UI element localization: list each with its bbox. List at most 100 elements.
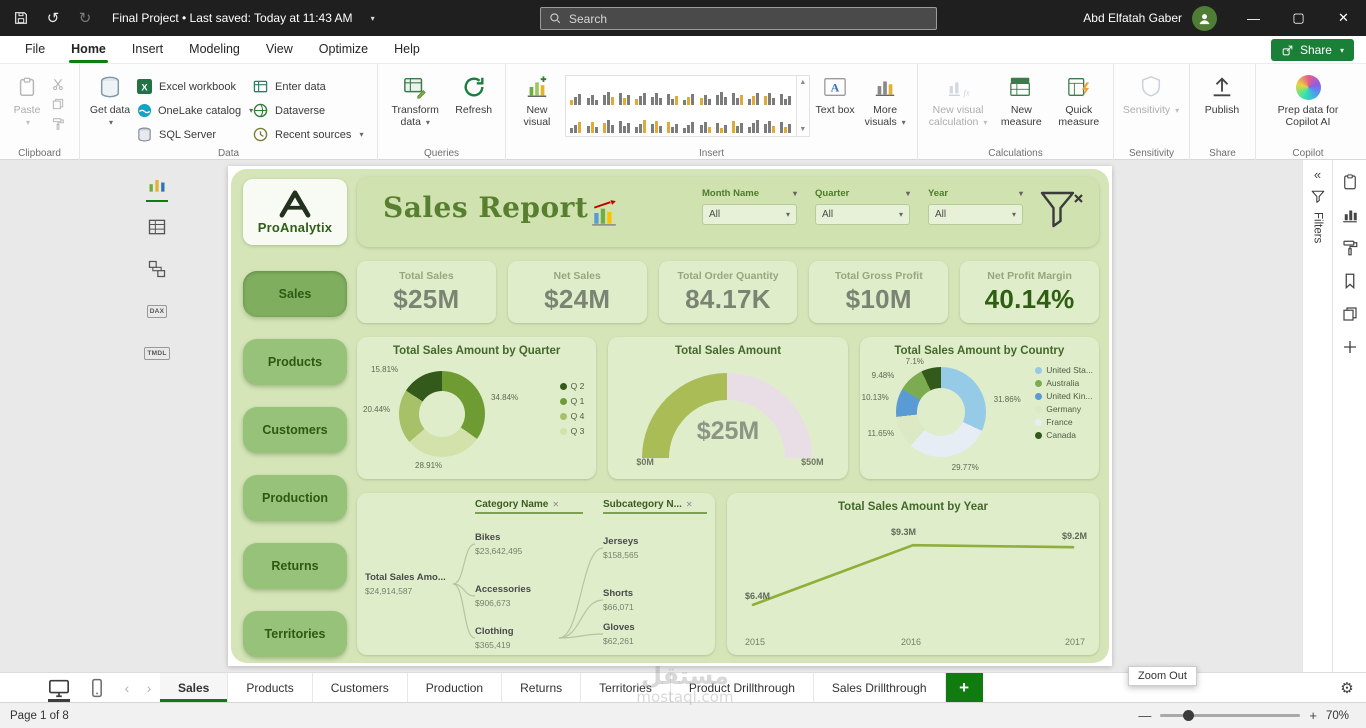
zoom-slider[interactable] [1160,714,1300,717]
tab-scroll-left-icon[interactable]: ‹ [116,673,138,702]
slicer-caret-icon[interactable]: ▾ [793,189,797,198]
publish-button[interactable]: Publish [1197,67,1247,147]
refresh-button[interactable]: Refresh [449,67,498,147]
page-tab-returns[interactable]: Returns [502,673,581,702]
visual-type-icon[interactable] [633,107,647,133]
page-tab-product-drillthrough[interactable]: Product Drillthrough [671,673,814,702]
new-measure-button[interactable]: New measure [995,67,1047,147]
menu-modeling[interactable]: Modeling [176,36,253,64]
more-visuals-button[interactable]: More visuals ▾ [860,67,910,147]
mobile-layout-icon[interactable] [78,673,116,702]
visual-type-icon[interactable] [714,79,728,105]
visual-type-icon[interactable] [585,79,599,105]
nav-button-products[interactable]: Products [243,339,347,385]
recent-sources-button[interactable]: Recent sources ▾ [253,125,365,144]
legend-item[interactable]: Q 2 [560,381,585,391]
nav-button-production[interactable]: Production [243,475,347,521]
visual-type-icon[interactable] [682,107,696,133]
zoom-out-button[interactable]: — [1138,708,1151,723]
visual-type-icon[interactable] [617,79,631,105]
dataverse-button[interactable]: Dataverse [253,101,365,120]
legend-item[interactable]: United Kin... [1035,391,1093,401]
filters-pane-label[interactable]: Filters [1312,212,1324,243]
tree-node-bikes[interactable]: Bikes $23,642,495 [475,529,579,557]
sync-slicers-pane-icon[interactable] [1340,337,1360,357]
close-button[interactable]: ✕ [1321,0,1366,36]
visual-type-icon[interactable] [730,107,744,133]
search-input[interactable]: Search [540,7,937,30]
cut-icon[interactable] [51,77,65,91]
kpi-net-sales[interactable]: Net Sales$24M [508,261,647,323]
format-pane-icon[interactable] [1340,238,1360,258]
tree-column-subcategory[interactable]: Subcategory N...✕ [603,499,707,514]
report-page[interactable]: ProAnalytix Sales Products Customers Pro… [228,166,1112,666]
slicer-year-dropdown[interactable]: All▾ [928,204,1023,225]
visual-type-icon[interactable] [763,107,777,133]
legend-item[interactable]: Q 4 [560,411,585,421]
clear-filters-funnel-icon[interactable] [1039,189,1085,231]
visual-gallery-scroll[interactable]: ▲▼ [797,75,810,137]
gauge-chart[interactable]: Total Sales Amount $25M $0M $50M [608,337,847,479]
quarter-donut-chart[interactable]: Total Sales Amount by Quarter 15.81% 34.… [357,337,596,479]
selection-pane-icon[interactable] [1340,304,1360,324]
sensitivity-button[interactable]: Sensitivity ▾ [1121,67,1181,147]
visual-type-icon[interactable] [617,107,631,133]
page-tab-customers[interactable]: Customers [313,673,408,702]
tree-column-category[interactable]: Category Name✕ [475,499,583,514]
excel-workbook-button[interactable]: X Excel workbook [137,77,249,96]
page-tab-production[interactable]: Production [408,673,502,702]
new-visual-calculation-button[interactable]: fx New visual calculation ▾ [925,67,991,147]
user-name[interactable]: Abd Elfatah Gaber [1083,11,1182,25]
donut-quarter[interactable] [399,371,485,457]
legend-item[interactable]: Canada [1035,430,1093,440]
expand-filters-icon[interactable]: « [1314,168,1321,181]
tree-node-root[interactable]: Total Sales Amo... $24,914,587 [365,569,469,597]
nav-button-sales[interactable]: Sales [243,271,347,317]
kpi-total-sales[interactable]: Total Sales$25M [357,261,496,323]
visual-type-icon[interactable] [730,79,744,105]
model-view-icon[interactable] [144,256,170,282]
copilot-button[interactable]: Prep data for Copilot AI [1263,67,1353,147]
kpi-net-profit-margin[interactable]: Net Profit Margin40.14% [960,261,1099,323]
report-view-icon[interactable] [144,172,170,198]
table-view-icon[interactable] [144,214,170,240]
redo-icon[interactable]: ↻ [76,9,94,27]
build-visual-pane-icon[interactable] [1340,205,1360,225]
dax-query-view-icon[interactable]: DAX [144,298,170,324]
visual-type-icon[interactable] [763,79,777,105]
visual-type-icon[interactable] [746,79,760,105]
nav-button-returns[interactable]: Returns [243,543,347,589]
onelake-catalog-button[interactable]: OneLake catalog ▾ [137,101,249,120]
paste-button[interactable]: Paste▾ [7,67,47,147]
remove-column-icon[interactable]: ✕ [552,500,559,509]
share-button[interactable]: Share ▾ [1271,39,1354,61]
document-menu-caret-icon[interactable]: ▾ [371,14,375,23]
enter-data-button[interactable]: Enter data [253,77,365,96]
menu-optimize[interactable]: Optimize [306,36,381,64]
visual-type-icon[interactable] [585,107,599,133]
legend-item[interactable]: Australia [1035,378,1093,388]
visual-type-icon[interactable] [569,79,583,105]
slicer-caret-icon[interactable]: ▾ [906,189,910,198]
document-title[interactable]: Final Project • Last saved: Today at 11:… [112,11,353,25]
legend-item[interactable]: United Sta... [1035,365,1093,375]
minimize-button[interactable]: — [1231,0,1276,36]
sql-server-button[interactable]: SQL Server [137,125,249,144]
tree-node-clothing[interactable]: Clothing $365,419 [475,623,579,651]
menu-view[interactable]: View [253,36,306,64]
format-painter-icon[interactable] [51,117,65,131]
tree-node-gloves[interactable]: Gloves $62,261 [603,619,707,647]
desktop-layout-icon[interactable] [40,673,78,702]
zoom-in-button[interactable]: + [1309,708,1317,723]
clipboard-pane-icon[interactable] [1340,172,1360,192]
menu-home[interactable]: Home [58,36,119,64]
page-tab-sales-drillthrough[interactable]: Sales Drillthrough [814,673,946,702]
tree-node-shorts[interactable]: Shorts $66,071 [603,585,707,613]
filter-funnel-icon[interactable] [1311,190,1325,203]
zoom-slider-knob[interactable] [1183,710,1194,721]
visual-type-icon[interactable] [650,79,664,105]
visual-type-icon[interactable] [682,79,696,105]
visual-type-icon[interactable] [601,107,615,133]
menu-file[interactable]: File [12,36,58,64]
text-box-button[interactable]: A Text box [814,67,856,147]
